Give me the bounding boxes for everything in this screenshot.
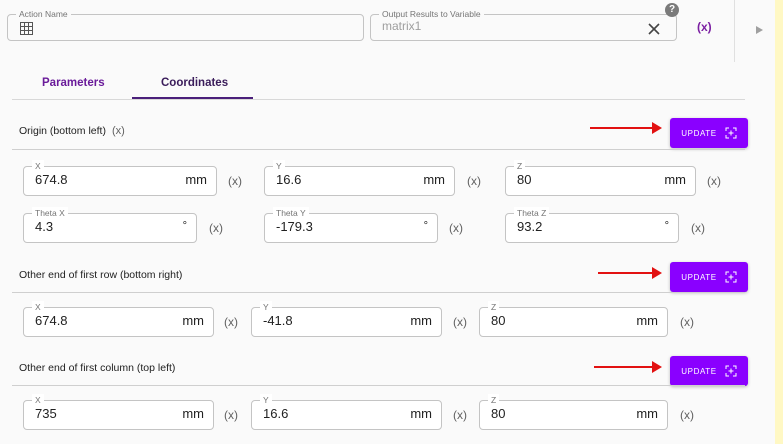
- field-unit: mm: [410, 406, 432, 421]
- first-row-y-variable-toggle[interactable]: (x): [453, 315, 467, 329]
- field-label: Theta Y: [273, 207, 309, 219]
- origin-z-variable-toggle[interactable]: (x): [707, 174, 721, 188]
- section-divider: [12, 149, 745, 150]
- tab-parameters[interactable]: Parameters: [42, 76, 105, 90]
- field-label: Z: [488, 394, 500, 406]
- first-column-z-field[interactable]: Z 80 mm: [479, 394, 668, 430]
- play-icon[interactable]: [756, 26, 763, 34]
- section-title-first-column: Other end of first column (top left): [19, 361, 175, 375]
- field-value: 93.2: [517, 219, 543, 234]
- field-unit: °: [664, 220, 669, 232]
- vertical-divider: [734, 0, 735, 62]
- field-unit: mm: [636, 313, 658, 328]
- output-variable-field[interactable]: Output Results to Variable matrix1: [370, 8, 677, 41]
- close-icon[interactable]: [648, 22, 660, 35]
- section-divider: [12, 292, 745, 293]
- field-value: 80: [491, 406, 506, 421]
- origin-theta-z-field[interactable]: Theta Z 93.2 °: [505, 207, 679, 243]
- output-variable-value: matrix1: [382, 19, 422, 33]
- field-unit: mm: [423, 172, 445, 187]
- origin-theta-y-variable-toggle[interactable]: (x): [449, 221, 463, 235]
- section-label: Origin (bottom left): [19, 125, 106, 137]
- field-unit: °: [423, 220, 428, 232]
- section-label: Other end of first row (bottom right): [19, 269, 183, 281]
- tabs-divider: [12, 99, 745, 100]
- field-value: -179.3: [276, 219, 313, 234]
- capture-frame-icon: [725, 365, 737, 377]
- section-title-first-row: Other end of first row (bottom right): [19, 268, 182, 282]
- field-unit: mm: [182, 406, 204, 421]
- action-name-field[interactable]: Action Name: [7, 8, 364, 41]
- first-column-y-variable-toggle[interactable]: (x): [453, 408, 467, 422]
- field-unit: mm: [636, 406, 658, 421]
- first-column-z-variable-toggle[interactable]: (x): [680, 408, 694, 422]
- field-unit: mm: [185, 172, 207, 187]
- section-label: Other end of first column (top left): [19, 362, 176, 374]
- origin-theta-x-field[interactable]: Theta X 4.3 °: [23, 207, 197, 243]
- first-row-y-field[interactable]: Y -41.8 mm: [251, 301, 442, 337]
- field-value: 735: [35, 406, 57, 421]
- annotation-arrow: [594, 361, 662, 373]
- update-button-origin[interactable]: UPDATE: [670, 118, 748, 148]
- field-label: X: [32, 394, 44, 406]
- tab-coordinates[interactable]: Coordinates: [161, 76, 228, 90]
- update-button-first-row[interactable]: UPDATE: [670, 262, 748, 292]
- first-row-z-field[interactable]: Z 80 mm: [479, 301, 668, 337]
- first-column-y-field[interactable]: Y 16.6 mm: [251, 394, 442, 430]
- update-button-first-column[interactable]: UPDATE: [670, 356, 748, 386]
- field-label: Z: [514, 160, 526, 172]
- variable-toggle-button[interactable]: (x): [697, 20, 712, 34]
- capture-frame-icon: [725, 127, 737, 139]
- update-button-label: UPDATE: [681, 272, 717, 282]
- field-value: -41.8: [263, 313, 293, 328]
- field-unit: mm: [182, 313, 204, 328]
- field-value: 4.3: [35, 219, 54, 234]
- field-value: 674.8: [35, 172, 68, 187]
- section-divider: [12, 385, 745, 386]
- field-value: 16.6: [276, 172, 302, 187]
- field-label: Y: [260, 301, 272, 313]
- first-row-z-variable-toggle[interactable]: (x): [680, 315, 694, 329]
- update-button-label: UPDATE: [681, 366, 717, 376]
- origin-theta-y-field[interactable]: Theta Y -179.3 °: [264, 207, 438, 243]
- field-value: 16.6: [263, 406, 289, 421]
- origin-x-variable-toggle[interactable]: (x): [228, 174, 242, 188]
- right-edge-highlight: [775, 0, 783, 444]
- field-value: 674.8: [35, 313, 68, 328]
- origin-theta-z-variable-toggle[interactable]: (x): [691, 221, 705, 235]
- origin-theta-x-variable-toggle[interactable]: (x): [209, 221, 223, 235]
- origin-y-field[interactable]: Y 16.6 mm: [264, 160, 455, 196]
- origin-y-variable-toggle[interactable]: (x): [467, 174, 481, 188]
- first-column-x-field[interactable]: X 735 mm: [23, 394, 214, 430]
- section-title-origin: Origin (bottom left) (x): [19, 124, 125, 138]
- field-unit: mm: [664, 172, 686, 187]
- first-column-x-variable-toggle[interactable]: (x): [224, 408, 238, 422]
- capture-frame-icon: [725, 271, 737, 283]
- field-value: 80: [491, 313, 506, 328]
- active-tab-indicator: [132, 97, 253, 99]
- annotation-arrow: [590, 122, 662, 134]
- first-row-x-variable-toggle[interactable]: (x): [224, 315, 238, 329]
- field-label: Y: [273, 160, 285, 172]
- field-unit: °: [182, 220, 187, 232]
- field-unit: mm: [410, 313, 432, 328]
- update-button-label: UPDATE: [681, 128, 717, 138]
- field-label: X: [32, 301, 44, 313]
- help-circle-icon[interactable]: ?: [665, 3, 679, 17]
- section-variable-toggle[interactable]: (x): [112, 125, 125, 137]
- action-name-label: Action Name: [16, 8, 71, 20]
- field-value: 80: [517, 172, 532, 187]
- field-label: Theta X: [32, 207, 68, 219]
- origin-z-field[interactable]: Z 80 mm: [505, 160, 696, 196]
- field-label: Z: [488, 301, 500, 313]
- field-label: Theta Z: [514, 207, 550, 219]
- field-label: Y: [260, 394, 272, 406]
- table-grid-icon: [20, 22, 33, 35]
- first-row-x-field[interactable]: X 674.8 mm: [23, 301, 214, 337]
- origin-x-field[interactable]: X 674.8 mm: [23, 160, 217, 196]
- annotation-arrow: [598, 267, 662, 279]
- field-label: X: [32, 160, 44, 172]
